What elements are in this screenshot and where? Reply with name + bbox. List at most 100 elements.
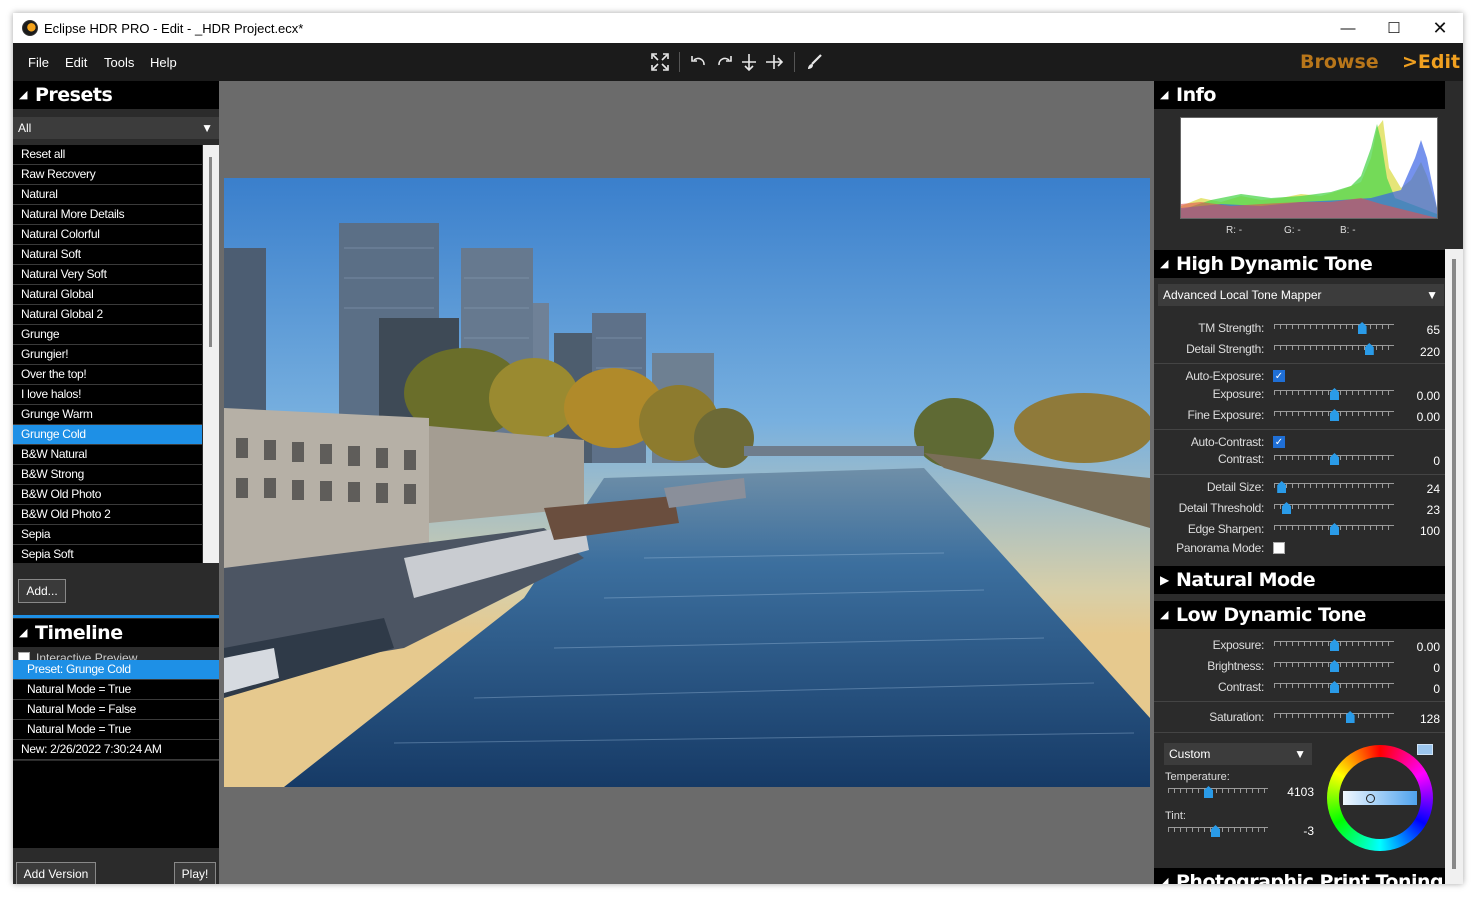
panorama-mode-label: Panorama Mode:	[1176, 541, 1264, 555]
ldt-header[interactable]: ◢ Low Dynamic Tone	[1154, 601, 1445, 629]
preset-item[interactable]: B&W Old Photo	[13, 485, 202, 505]
tint-slider[interactable]	[1168, 825, 1268, 838]
exposure-slider[interactable]	[1274, 388, 1394, 401]
brightness-slider[interactable]	[1274, 660, 1394, 673]
fine-exposure-slider[interactable]	[1274, 409, 1394, 422]
preset-item[interactable]: Over the top!	[13, 365, 202, 385]
hdr-photo	[224, 178, 1150, 787]
ldt-exposure-slider[interactable]	[1274, 639, 1394, 652]
left-panel: ◢ Presets All ▼ Reset all Raw Recovery Nat…	[13, 81, 219, 884]
preset-item[interactable]: Raw Recovery	[13, 165, 202, 185]
detail-threshold-value: 23	[1426, 503, 1440, 517]
preset-item[interactable]: B&W Natural	[13, 445, 202, 465]
preset-list: Reset all Raw Recovery Natural Natural More…	[13, 145, 202, 563]
contrast-slider[interactable]	[1274, 453, 1394, 466]
color-swatch[interactable]	[1417, 744, 1433, 755]
close-icon[interactable]: ✕	[1417, 13, 1463, 43]
edge-sharpen-slider[interactable]	[1274, 523, 1394, 536]
natural-mode-header[interactable]: ▶ Natural Mode	[1154, 566, 1445, 594]
preset-filter-dropdown[interactable]: All ▼	[13, 117, 219, 139]
panel-divider	[13, 615, 219, 618]
preset-item[interactable]: Reset all	[13, 145, 202, 165]
edge-sharpen-label: Edge Sharpen:	[1187, 522, 1264, 536]
print-toning-header[interactable]: ◢ Photographic Print Toning	[1154, 868, 1445, 884]
ldt-contrast-slider[interactable]	[1274, 681, 1394, 694]
presets-header[interactable]: ◢ Presets	[13, 81, 219, 109]
preset-item[interactable]: Natural Very Soft	[13, 265, 202, 285]
color-picker-handle[interactable]	[1366, 794, 1375, 803]
tone-mapper-dropdown[interactable]: Advanced Local Tone Mapper ▼	[1158, 284, 1444, 306]
preset-item[interactable]: Grungier!	[13, 345, 202, 365]
detail-size-slider[interactable]	[1274, 481, 1394, 494]
edit-tab[interactable]: >Edit	[1402, 51, 1460, 73]
timeline-item[interactable]: Natural Mode = True	[13, 680, 219, 700]
preset-item[interactable]: B&W Old Photo 2	[13, 505, 202, 525]
preset-scrollbar[interactable]	[203, 145, 219, 563]
color-wheel[interactable]	[1327, 745, 1433, 851]
app-window: Eclipse HDR PRO - Edit - _HDR Project.ec…	[13, 13, 1463, 884]
detail-threshold-label: Detail Threshold:	[1178, 501, 1265, 515]
browse-tab[interactable]: Browse	[1300, 51, 1379, 73]
presets-title: Presets	[35, 84, 113, 106]
collapse-triangle-icon: ◢	[1160, 257, 1168, 270]
preset-item[interactable]: Natural Global	[13, 285, 202, 305]
timeline-list: Preset: Grunge Cold Natural Mode = True Na…	[13, 660, 219, 760]
play-button[interactable]: Play!	[174, 862, 216, 884]
timeline-item[interactable]: Preset: Grunge Cold	[13, 660, 219, 680]
temperature-slider[interactable]	[1168, 786, 1268, 799]
preset-item[interactable]: Natural More Details	[13, 205, 202, 225]
collapse-triangle-icon: ◢	[1160, 608, 1168, 621]
tint-value: -3	[1303, 824, 1314, 838]
detail-threshold-slider[interactable]	[1274, 502, 1394, 515]
menu-file[interactable]: File	[28, 55, 49, 70]
add-preset-button[interactable]: Add...	[18, 579, 66, 603]
add-version-button[interactable]: Add Version	[16, 862, 96, 884]
ldt-contrast-value: 0	[1433, 682, 1440, 696]
preset-item[interactable]: Grunge Cold	[13, 425, 202, 445]
preset-item[interactable]: Sepia	[13, 525, 202, 545]
preset-item[interactable]: B&W Strong	[13, 465, 202, 485]
menu-help[interactable]: Help	[150, 55, 177, 70]
minimize-icon[interactable]: —	[1325, 13, 1371, 43]
preset-item[interactable]: Sepia Soft	[13, 545, 202, 563]
tm-strength-label: TM Strength:	[1198, 321, 1264, 335]
timeline-item[interactable]: Natural Mode = False	[13, 700, 219, 720]
preset-item[interactable]: Natural Soft	[13, 245, 202, 265]
white-balance-dropdown[interactable]: Custom ▼	[1164, 743, 1312, 765]
expand-triangle-icon: ▶	[1160, 573, 1169, 587]
white-balance-value: Custom	[1169, 747, 1211, 761]
saturation-value: 128	[1419, 712, 1440, 726]
histogram-b-readout: B: -	[1340, 225, 1356, 236]
auto-contrast-checkbox[interactable]: ✓	[1273, 436, 1285, 448]
histogram-r-readout: R: -	[1226, 225, 1243, 236]
right-scrollbar[interactable]	[1445, 249, 1463, 884]
info-header[interactable]: ◢ Info	[1154, 81, 1445, 109]
hdtm-header[interactable]: ◢ High Dynamic Tone Mapping	[1154, 250, 1445, 303]
tm-strength-slider[interactable]	[1274, 322, 1394, 335]
timeline-header[interactable]: ◢ Timeline	[13, 619, 219, 647]
brush-icon[interactable]	[804, 52, 824, 72]
timeline-item[interactable]: Natural Mode = True	[13, 720, 219, 740]
menu-edit[interactable]: Edit	[65, 55, 87, 70]
preset-item[interactable]: I love halos!	[13, 385, 202, 405]
right-panel: ◢ Info R: - G: - B: - ◢ High Dynamic Ton…	[1154, 81, 1463, 884]
panorama-mode-checkbox[interactable]	[1273, 542, 1285, 554]
saturation-slider[interactable]	[1274, 711, 1394, 724]
maximize-icon[interactable]: ☐	[1371, 13, 1417, 43]
preset-item[interactable]: Natural Colorful	[13, 225, 202, 245]
auto-exposure-checkbox[interactable]: ✓	[1273, 370, 1285, 382]
flip-vertical-icon[interactable]	[739, 52, 759, 72]
detail-strength-slider[interactable]	[1274, 343, 1394, 356]
preset-item[interactable]: Natural	[13, 185, 202, 205]
rotate-right-icon[interactable]	[714, 52, 734, 72]
flip-horizontal-icon[interactable]	[764, 52, 784, 72]
menu-tools[interactable]: Tools	[104, 55, 134, 70]
fit-screen-icon[interactable]	[650, 52, 670, 72]
preset-item[interactable]: Grunge	[13, 325, 202, 345]
timeline-new-version[interactable]: New: 2/26/2022 7:30:24 AM	[13, 740, 219, 760]
preset-item[interactable]: Natural Global 2	[13, 305, 202, 325]
preset-item[interactable]: Grunge Warm	[13, 405, 202, 425]
rotate-left-icon[interactable]	[689, 52, 709, 72]
saturation-label: Saturation:	[1209, 710, 1264, 724]
image-canvas[interactable]	[219, 81, 1154, 884]
